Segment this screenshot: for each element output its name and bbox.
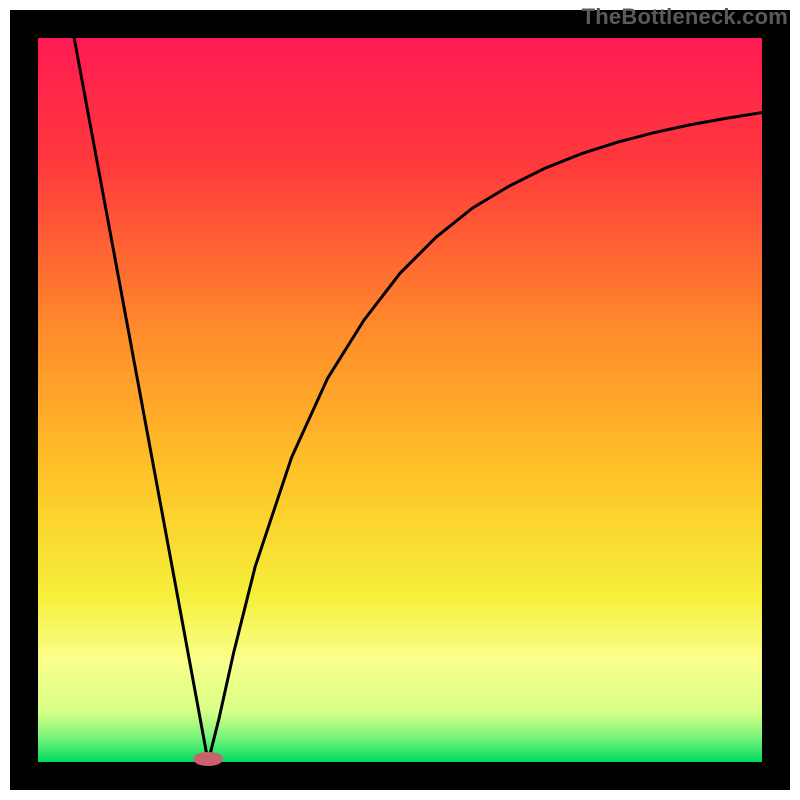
optimum-marker [193,752,223,766]
chart-plot-area [38,38,762,762]
chart-container: TheBottleneck.com [0,0,800,800]
chart-svg [0,0,800,800]
watermark-text: TheBottleneck.com [582,4,788,30]
